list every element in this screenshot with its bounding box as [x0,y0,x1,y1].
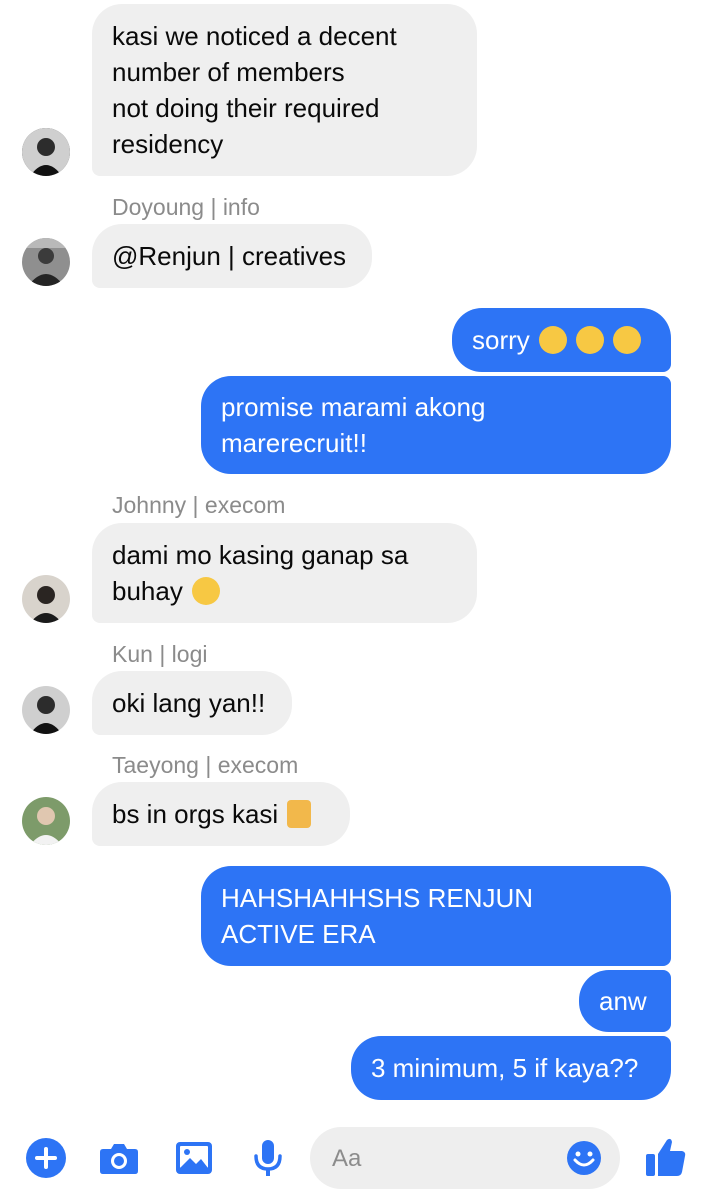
smiley-icon[interactable] [566,1140,602,1176]
avatar-image [22,238,70,286]
message-input[interactable] [330,1141,554,1177]
plus-icon[interactable] [24,1136,68,1180]
message-line: bs in orgs kasi [112,796,312,832]
sender-name: Taeyong | execom [112,752,299,778]
pensive-face-emoji [576,326,605,355]
message-bubble[interactable]: @Renjun | creatives [92,224,372,288]
message-line: residency [112,129,224,159]
message-line: promise marami akong [221,392,486,422]
message-bubble[interactable]: dami mo kasing ganap sa buhay [92,523,477,623]
microphone-icon[interactable] [246,1136,290,1180]
message-line: buhay [112,573,408,609]
message-composer[interactable] [310,1127,620,1189]
message-line: @Renjun | creatives [112,241,347,271]
message-line: oki lang yan!! [112,688,266,718]
message-line: 3 minimum, 5 if kaya?? [371,1053,639,1083]
avatar-image [22,575,70,623]
avatar[interactable] [22,575,70,623]
avatar-image [22,686,70,734]
avatar[interactable] [22,128,70,176]
sender-name: Johnny | execom [112,492,286,518]
sender-name: Doyoung | info [112,194,260,220]
tears-of-joy-emoji [192,577,221,606]
message-bubble[interactable]: 3 minimum, 5 if kaya?? [351,1036,671,1100]
message-line: not doing their required [112,93,380,123]
message-line: marerecruit!! [221,428,367,458]
message-text: sorry [472,325,537,355]
pensive-face-emoji [539,326,567,355]
sender-name: Kun | logi [112,641,208,667]
avatar-image [22,128,70,176]
message-line: sorry [472,322,642,358]
message-bubble[interactable]: anw [579,970,671,1032]
pensive-face-emoji [613,326,642,355]
avatar-image [22,797,70,845]
avatar[interactable] [22,686,70,734]
message-bubble[interactable]: bs in orgs kasi [92,782,350,846]
person-cartwheeling-emoji [287,800,312,829]
camera-icon[interactable] [97,1136,141,1180]
avatar[interactable] [22,797,70,845]
avatar[interactable] [22,238,70,286]
message-line: dami mo kasing ganap sa [112,540,409,570]
message-bubble[interactable]: HAHSHAHHSHS RENJUN ACTIVE ERA [201,866,671,966]
message-line: number of members [112,57,345,87]
message-line: HAHSHAHHSHS RENJUN [221,883,534,913]
message-line: ACTIVE ERA [221,919,376,949]
message-bubble[interactable]: oki lang yan!! [92,671,292,735]
message-bubble[interactable]: sorry [452,308,671,372]
image-icon[interactable] [172,1136,216,1180]
message-line: anw [599,986,647,1016]
message-bubble[interactable]: promise marami akong marerecruit!! [201,376,671,474]
message-text: bs in orgs kasi [112,799,286,829]
message-bubble[interactable]: kasi we noticed a decent number of membe… [92,4,477,176]
message-line: kasi we noticed a decent [112,21,397,51]
message-text: buhay [112,576,191,606]
thumbs-up-icon[interactable] [643,1134,689,1180]
